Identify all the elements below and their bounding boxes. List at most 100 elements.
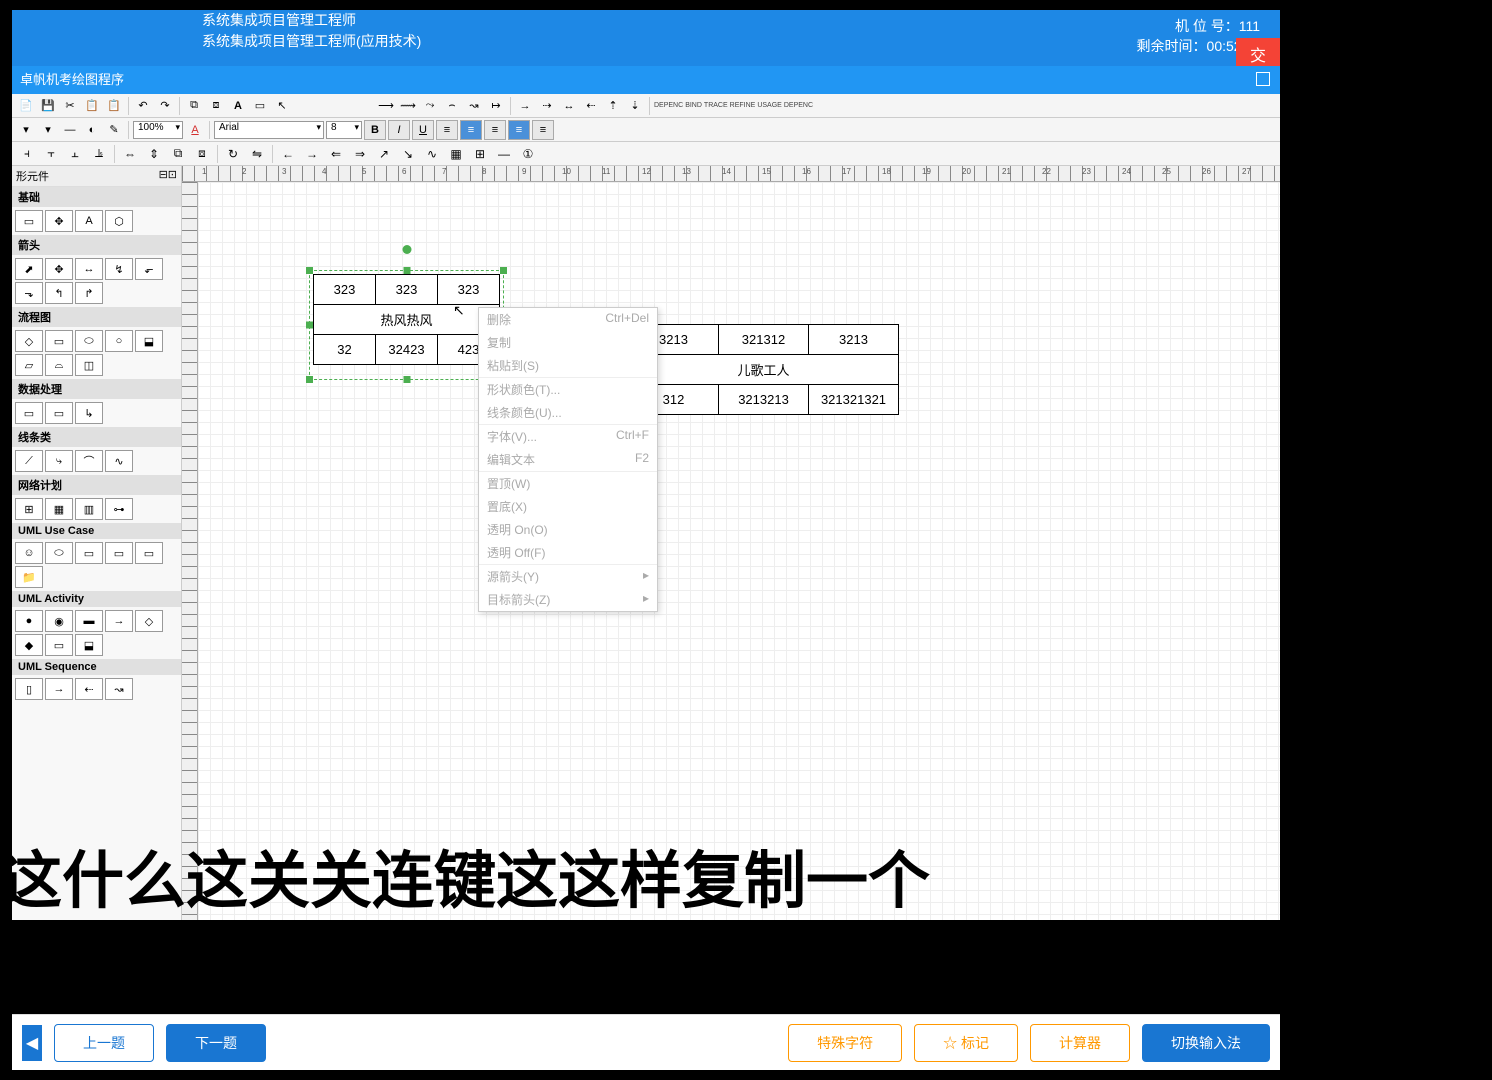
bold-button[interactable]: B	[364, 120, 386, 140]
arrow-icon[interactable]: ↰	[45, 282, 73, 304]
data-icon[interactable]: ▭	[45, 402, 73, 424]
menu-item[interactable]: 编辑文本F2	[479, 448, 657, 471]
align-icon[interactable]: ⫠	[64, 144, 86, 164]
line-icon[interactable]: —	[493, 144, 515, 164]
group-icon[interactable]: ⧉	[184, 96, 204, 116]
cat-network[interactable]: 网络计划	[12, 475, 181, 495]
actor-icon[interactable]: ☺	[15, 542, 43, 564]
resize-handle[interactable]	[403, 267, 410, 274]
resize-handle[interactable]	[500, 267, 507, 274]
menu-item[interactable]: 置底(X)	[479, 495, 657, 518]
menu-item[interactable]: 透明 Off(F)	[479, 541, 657, 564]
package-icon[interactable]: 📁	[15, 566, 43, 588]
menu-item[interactable]: 透明 On(O)	[479, 518, 657, 541]
special-chars-button[interactable]: 特殊字符	[788, 1024, 902, 1062]
align-icon[interactable]: ⫟	[40, 144, 62, 164]
flow-icon[interactable]: →	[105, 610, 133, 632]
rect-icon[interactable]: ▭	[15, 210, 43, 232]
table-cell[interactable]: 321321321	[809, 385, 899, 415]
arc-icon[interactable]: ⌒	[75, 450, 103, 472]
extend-icon[interactable]: ▭	[135, 542, 163, 564]
line-style-icon[interactable]: ⟶	[376, 96, 396, 116]
table-cell[interactable]: 热风热风	[314, 305, 500, 335]
text-icon[interactable]: A	[75, 210, 103, 232]
cat-data[interactable]: 数据处理	[12, 379, 181, 399]
zoom-combo[interactable]: 100%	[133, 121, 183, 139]
table-cell[interactable]: 32423	[376, 335, 438, 365]
save-icon[interactable]: 💾	[38, 96, 58, 116]
menu-item[interactable]: 置顶(W)	[479, 472, 657, 495]
menu-item[interactable]: 复制	[479, 331, 657, 354]
grid-icon[interactable]: ⊞	[469, 144, 491, 164]
calculator-button[interactable]: 计算器	[1030, 1024, 1130, 1062]
pen-icon[interactable]: ✎	[104, 120, 124, 140]
usecase-icon[interactable]: ⬭	[45, 542, 73, 564]
async-icon[interactable]: ↝	[105, 678, 133, 700]
italic-button[interactable]: I	[388, 120, 410, 140]
group-icon[interactable]: ⧉	[167, 144, 189, 164]
copy-icon[interactable]: 📋	[82, 96, 102, 116]
ungroup-icon[interactable]: ⧈	[206, 96, 226, 116]
font-name-combo[interactable]: Arial	[214, 121, 324, 139]
move-icon[interactable]: ✥	[45, 210, 73, 232]
line-weight-icon[interactable]: —	[60, 120, 80, 140]
line-style-icon[interactable]: ⤳	[420, 96, 440, 116]
grid-icon[interactable]: ⊞	[15, 498, 43, 520]
resize-handle[interactable]	[403, 376, 410, 383]
doc-icon[interactable]: ⬓	[135, 330, 163, 352]
msg-icon[interactable]: →	[45, 678, 73, 700]
menu-item[interactable]: 源箭头(Y)▸	[479, 565, 657, 588]
cat-lines[interactable]: 线条类	[12, 427, 181, 447]
arrow-type-icon[interactable]: ⇡	[603, 96, 623, 116]
line-style-icon[interactable]: ⟿	[398, 96, 418, 116]
arrow-icon[interactable]: ↔	[75, 258, 103, 280]
distribute-icon[interactable]: ⇕	[143, 144, 165, 164]
cylinder-icon[interactable]: ⌓	[45, 354, 73, 376]
sidebar-toggle-icon[interactable]: ⊟⊡	[159, 168, 177, 184]
cat-activity[interactable]: UML Activity	[12, 591, 181, 607]
wave-icon[interactable]: ∿	[421, 144, 443, 164]
arrow-type-icon[interactable]: ⇠	[581, 96, 601, 116]
paste-icon[interactable]: 📋	[104, 96, 124, 116]
lifeline-icon[interactable]: ▯	[15, 678, 43, 700]
rect-icon[interactable]: ▭	[45, 330, 73, 352]
initial-icon[interactable]: ●	[15, 610, 43, 632]
final-icon[interactable]: ◉	[45, 610, 73, 632]
link-icon[interactable]: ⊶	[105, 498, 133, 520]
rounded-icon[interactable]: ⬭	[75, 330, 103, 352]
arrow-icon[interactable]: ✥	[45, 258, 73, 280]
arrow-type-icon[interactable]: →	[515, 96, 535, 116]
table-cell[interactable]: 323	[438, 275, 500, 305]
align-icon[interactable]: ⫞	[16, 144, 38, 164]
text-icon[interactable]: A	[228, 96, 248, 116]
cut-icon[interactable]: ✂	[60, 96, 80, 116]
menu-item[interactable]: 粘贴到(S)	[479, 354, 657, 377]
merge-icon[interactable]: ◆	[15, 634, 43, 656]
menu-item[interactable]: 删除Ctrl+Del	[479, 308, 657, 331]
align-icon[interactable]: ⫡	[88, 144, 110, 164]
boundary-icon[interactable]: ▭	[75, 542, 103, 564]
valign-bottom-button[interactable]: ≡	[532, 120, 554, 140]
eraser-icon[interactable]: ◐	[82, 120, 102, 140]
cat-arrows[interactable]: 箭头	[12, 235, 181, 255]
rotate-icon[interactable]: ↻	[222, 144, 244, 164]
swim-icon[interactable]: ▭	[45, 634, 73, 656]
arrow-type-icon[interactable]: ⇣	[625, 96, 645, 116]
ungroup-icon[interactable]: ⧈	[191, 144, 213, 164]
resize-handle[interactable]	[306, 322, 313, 329]
circle-icon[interactable]: ○	[105, 330, 133, 352]
parallelogram-icon[interactable]: ▱	[15, 354, 43, 376]
pointer-icon[interactable]: ↖	[272, 96, 292, 116]
number-icon[interactable]: ①	[517, 144, 539, 164]
menu-item[interactable]: 字体(V)...Ctrl+F	[479, 425, 657, 448]
line-style-icon[interactable]: ⌢	[442, 96, 462, 116]
include-icon[interactable]: ▭	[105, 542, 133, 564]
menu-item[interactable]: 线条颜色(U)...	[479, 401, 657, 424]
table-cell[interactable]: 儿歌工人	[629, 355, 899, 385]
cat-usecase[interactable]: UML Use Case	[12, 523, 181, 539]
menu-item[interactable]: 目标箭头(Z)▸	[479, 588, 657, 611]
grid-icon[interactable]: ▦	[445, 144, 467, 164]
align-center-button[interactable]: ≡	[460, 120, 482, 140]
arrow-icon[interactable]: ↯	[105, 258, 133, 280]
arrow-icon[interactable]: →	[301, 144, 323, 164]
